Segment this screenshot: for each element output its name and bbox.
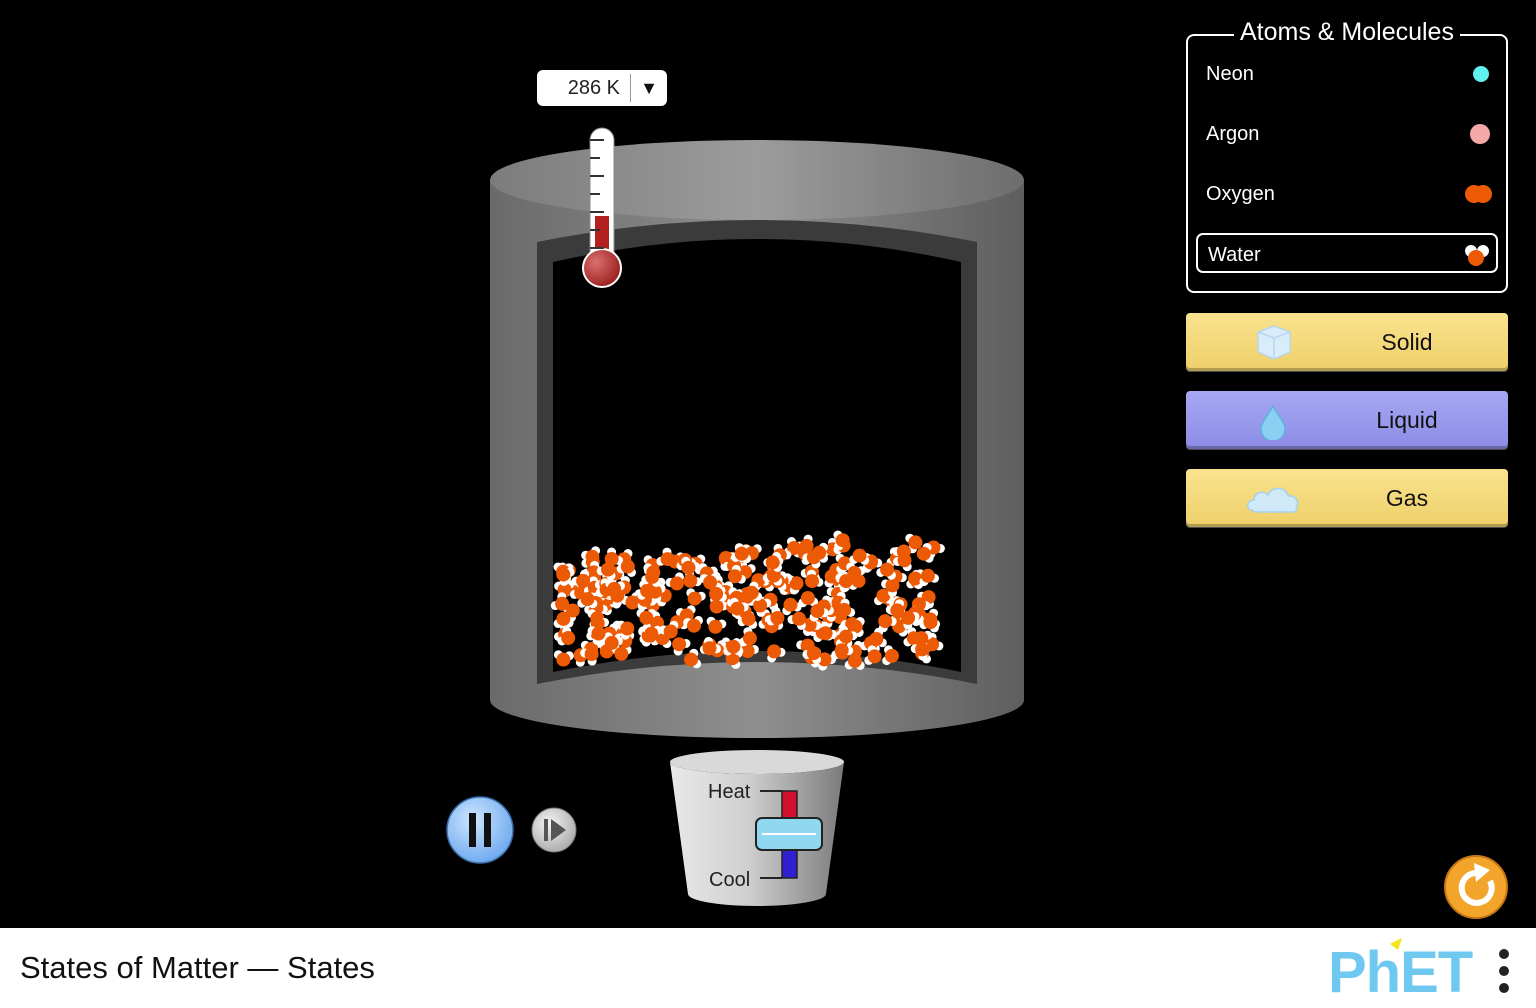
phet-logo[interactable]: PhET: [1328, 934, 1488, 1004]
cloud-icon: [1247, 487, 1299, 513]
ice-cube-icon: [1257, 325, 1291, 360]
phet-logo-text: PhET: [1328, 940, 1473, 1004]
liquid-label: Liquid: [1376, 407, 1438, 433]
panel-title: Atoms & Molecules: [1234, 18, 1460, 47]
gas-label: Gas: [1385, 485, 1429, 511]
solid-button[interactable]: Solid: [1186, 313, 1508, 371]
molecule-label: Neon: [1206, 63, 1254, 85]
simulation-screen: Heat Cool 286 K ▼ Atoms & Molecules Neon…: [0, 0, 1536, 928]
temperature-value: 286 K: [567, 76, 620, 99]
reset-all-button[interactable]: [1444, 855, 1508, 919]
navigation-bar: States of Matter — States PhET: [0, 928, 1536, 1008]
solid-label: Solid: [1381, 329, 1433, 355]
molecule-label: Argon: [1206, 123, 1260, 145]
neon-atom-icon: [1473, 66, 1489, 82]
gas-button[interactable]: Gas: [1186, 469, 1508, 527]
molecule-option-neon[interactable]: Neon: [1196, 54, 1498, 94]
water-drop-icon: [1260, 404, 1286, 440]
molecule-option-argon[interactable]: Argon: [1196, 114, 1498, 154]
cool-label: Cool: [709, 869, 750, 891]
molecule-label: Water: [1208, 244, 1261, 266]
menu-icon[interactable]: [1494, 946, 1514, 996]
heater-cooler: Heat Cool: [670, 750, 844, 906]
step-button[interactable]: [531, 807, 577, 853]
molecule-label: Oxygen: [1206, 183, 1275, 205]
oxygen-molecule-icon: [1465, 185, 1492, 203]
heat-label: Heat: [708, 781, 751, 803]
molecule-option-water[interactable]: Water: [1196, 233, 1498, 273]
heat-cool-slider-knob[interactable]: [755, 817, 823, 851]
atoms-molecules-panel: Atoms & Molecules Neon Argon Oxygen Wate…: [1186, 18, 1508, 293]
argon-atom-icon: [1470, 124, 1490, 144]
molecule-option-oxygen[interactable]: Oxygen: [1196, 174, 1498, 214]
sim-title: States of Matter — States: [20, 950, 375, 985]
temperature-readout[interactable]: 286 K ▼: [537, 70, 667, 106]
dropdown-arrow-icon[interactable]: ▼: [631, 78, 667, 99]
liquid-button[interactable]: Liquid: [1186, 391, 1508, 449]
pause-button[interactable]: [446, 796, 514, 864]
water-molecule-icon: [1465, 245, 1489, 266]
